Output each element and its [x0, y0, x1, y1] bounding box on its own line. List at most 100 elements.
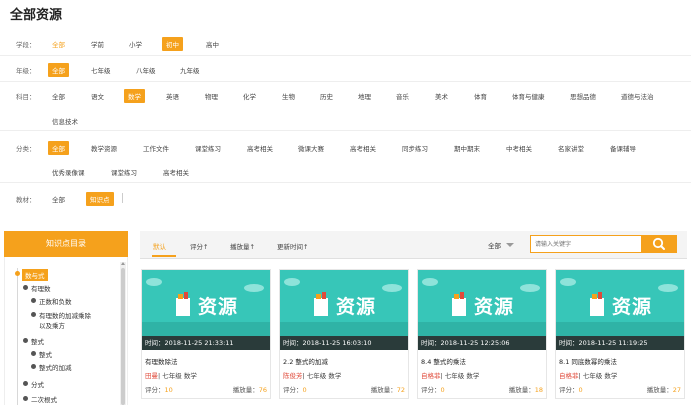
card-author[interactable]: 陈俊芳 — [283, 372, 303, 380]
card-banner-text: 资源 — [336, 296, 377, 318]
subject-option-math[interactable]: 数学 — [124, 89, 145, 103]
tree-node-rational-ops-cont[interactable]: 以及乘方 — [39, 320, 65, 330]
category-option-gaokao-3[interactable]: 高考相关 — [159, 165, 193, 179]
card-meta: 自格菲| 七年级 数学 — [559, 370, 617, 380]
subject-option-chemistry[interactable]: 化学 — [239, 89, 260, 103]
category-option-masters[interactable]: 名家讲堂 — [554, 141, 588, 155]
tree-node-numbers-expressions[interactable]: 数与式 — [22, 269, 48, 281]
scroll-up-icon[interactable] — [121, 262, 125, 265]
category-option-prep-guide[interactable]: 备课辅导 — [606, 141, 640, 155]
card-grade: 七年级 — [582, 372, 603, 380]
card-author[interactable]: 自格菲 — [559, 372, 579, 380]
material-divider — [122, 193, 123, 203]
category-option-video-lessons[interactable]: 优秀录像课 — [48, 165, 89, 179]
filter-label-stage: 学段： — [16, 41, 36, 49]
card-title[interactable]: 8.4 整式的乘法 — [421, 356, 466, 366]
card-banner-text: 资源 — [612, 296, 653, 318]
filter-row-category: 分类： 全部 教学资源 工作文件 课堂练习 高考相关 微课大赛 高考相关 同步练… — [0, 131, 691, 183]
tree-node-pos-neg[interactable]: 正数和负数 — [39, 296, 72, 306]
card-grade: 七年级 — [162, 372, 182, 380]
category-option-sync-practice[interactable]: 同步练习 — [398, 141, 432, 155]
card-score-label: 评分： — [559, 386, 579, 394]
stage-option-all[interactable]: 全部 — [48, 37, 69, 51]
tree-node-polynomial-sub[interactable]: 整式 — [39, 349, 52, 359]
card-stats: 评分：0 播放量：18 — [421, 384, 543, 394]
material-option-all[interactable]: 全部 — [48, 192, 69, 206]
card-score-label: 评分： — [283, 386, 303, 394]
subject-option-it[interactable]: 信息技术 — [48, 114, 82, 128]
category-option-midterm-final[interactable]: 期中期末 — [450, 141, 484, 155]
category-option-teaching[interactable]: 教学资源 — [87, 141, 121, 155]
resource-card[interactable]: 资源 时间：2018-11-25 21:33:11 有理数除法 田曼| 七年级 … — [141, 269, 271, 399]
tree-node-polynomial[interactable]: 整式 — [31, 336, 44, 346]
sort-by-plays[interactable]: 播放量↑ — [230, 241, 255, 251]
card-score-label: 评分： — [421, 386, 441, 394]
category-option-zhongkao[interactable]: 中考相关 — [502, 141, 536, 155]
category-option-class-practice[interactable]: 课堂练习 — [191, 141, 225, 155]
card-title[interactable]: 8.1 同底数幂的乘法 — [559, 356, 617, 366]
chevron-down-icon[interactable] — [506, 243, 514, 247]
category-option-all[interactable]: 全部 — [48, 141, 69, 155]
subject-option-pe[interactable]: 体育 — [470, 89, 491, 103]
filter-row-grade: 年级： 全部 七年级 八年级 九年级 — [0, 56, 691, 82]
resource-card[interactable]: 资源 时间：2018-11-25 11:19:25 8.1 同底数幂的乘法 自格… — [555, 269, 685, 399]
sort-default[interactable]: 默认 — [153, 241, 166, 251]
category-option-class-practice-2[interactable]: 课堂练习 — [107, 165, 141, 179]
card-title[interactable]: 有理数除法 — [145, 356, 178, 366]
category-option-work-files[interactable]: 工作文件 — [139, 141, 173, 155]
subject-option-all[interactable]: 全部 — [48, 89, 69, 103]
card-time: 时间：2018-11-25 21:33:11 — [142, 336, 270, 350]
stage-option-senior[interactable]: 高中 — [202, 37, 223, 51]
subject-option-art[interactable]: 美术 — [431, 89, 452, 103]
card-author[interactable]: 自格菲 — [421, 372, 441, 380]
grade-option-7[interactable]: 七年级 — [87, 63, 115, 77]
scope-dropdown[interactable]: 全部 — [488, 240, 501, 250]
subject-option-morality-law[interactable]: 道德与法治 — [617, 89, 658, 103]
tree-node-rational-ops[interactable]: 有理数的加减乘除 — [39, 310, 91, 320]
card-time: 时间：2018-11-25 12:25:06 — [418, 336, 546, 350]
category-option-gaokao-1[interactable]: 高考相关 — [243, 141, 277, 155]
subject-option-history[interactable]: 历史 — [316, 89, 337, 103]
card-thumbnail[interactable]: 资源 — [556, 270, 684, 336]
resource-card[interactable]: 资源 时间：2018-11-25 12:25:06 8.4 整式的乘法 自格菲|… — [417, 269, 547, 399]
category-option-micro-contest[interactable]: 微课大赛 — [294, 141, 328, 155]
card-meta-sep: | — [302, 372, 305, 380]
tree-node-radicals[interactable]: 二次根式 — [31, 394, 57, 404]
subject-option-pe-health[interactable]: 体育与健康 — [508, 89, 549, 103]
grade-option-8[interactable]: 八年级 — [132, 63, 160, 77]
sort-by-update[interactable]: 更新时间↑ — [277, 241, 308, 251]
card-author[interactable]: 田曼 — [145, 372, 158, 380]
subject-option-biology[interactable]: 生物 — [278, 89, 299, 103]
card-thumbnail[interactable]: 资源 — [418, 270, 546, 336]
card-thumbnail[interactable]: 资源 — [142, 270, 270, 336]
card-meta: 陈俊芳| 七年级 数学 — [283, 370, 341, 380]
stage-option-junior[interactable]: 初中 — [162, 37, 183, 51]
subject-option-music[interactable]: 音乐 — [392, 89, 413, 103]
tree-node-rational[interactable]: 有理数 — [31, 283, 51, 293]
search-button[interactable] — [642, 235, 677, 253]
subject-option-geography[interactable]: 地理 — [354, 89, 375, 103]
stage-option-primary[interactable]: 小学 — [125, 37, 146, 51]
material-option-knowledge[interactable]: 知识点 — [86, 192, 114, 206]
grade-option-9[interactable]: 九年级 — [176, 63, 204, 77]
card-thumbnail[interactable]: 资源 — [280, 270, 408, 336]
search-input[interactable] — [530, 235, 642, 253]
grade-option-all[interactable]: 全部 — [48, 63, 69, 77]
subject-option-chinese[interactable]: 语文 — [87, 89, 108, 103]
stage-option-preschool[interactable]: 学前 — [87, 37, 108, 51]
sidebar-scroll-thumb[interactable] — [121, 268, 125, 405]
subject-option-english[interactable]: 英语 — [162, 89, 183, 103]
resource-card[interactable]: 资源 时间：2018-11-25 16:03:10 2.2 整式的加减 陈俊芳|… — [279, 269, 409, 399]
card-title[interactable]: 2.2 整式的加减 — [283, 356, 328, 366]
filter-label-category: 分类： — [16, 145, 36, 153]
filter-label-material: 教材： — [16, 196, 36, 204]
card-time: 时间：2018-11-25 16:03:10 — [280, 336, 408, 350]
subject-option-ethics[interactable]: 思想品德 — [566, 89, 600, 103]
tree-node-poly-add-sub[interactable]: 整式的加减 — [39, 362, 72, 372]
tree-node-fractions[interactable]: 分式 — [31, 379, 44, 389]
card-meta-sep: | — [158, 372, 161, 380]
sort-by-score[interactable]: 评分↑ — [190, 241, 208, 251]
subject-option-physics[interactable]: 物理 — [201, 89, 222, 103]
card-stats: 评分：10 播放量：76 — [145, 384, 267, 394]
category-option-gaokao-2[interactable]: 高考相关 — [346, 141, 380, 155]
